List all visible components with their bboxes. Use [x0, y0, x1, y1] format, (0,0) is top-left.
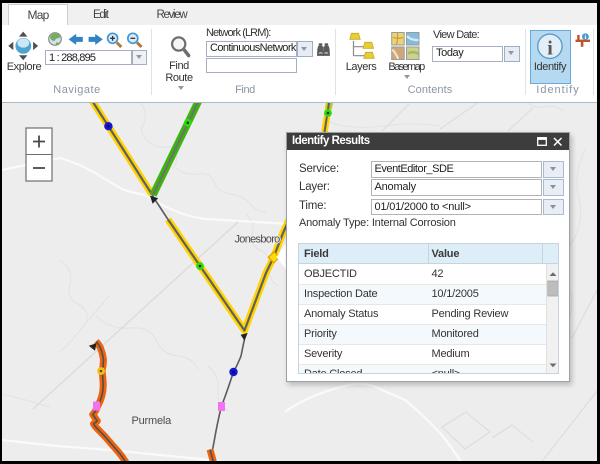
- svg-text:Jonesboro: Jonesboro: [235, 234, 281, 246]
- svg-text:Purmela: Purmela: [132, 415, 173, 427]
- svg-text:i: i: [584, 34, 586, 41]
- svg-text:i: i: [547, 38, 553, 60]
